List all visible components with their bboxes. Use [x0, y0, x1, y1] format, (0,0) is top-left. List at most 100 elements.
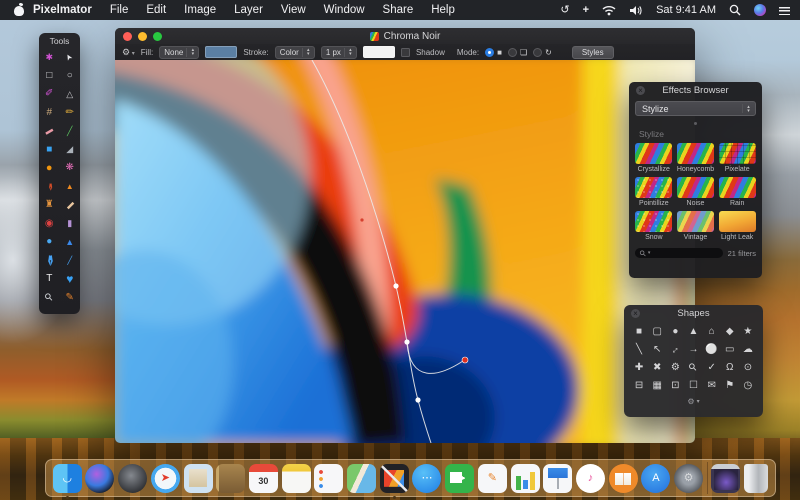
gradient-tool[interactable]: ● [39, 159, 60, 178]
time-machine-icon[interactable]: ↺ [560, 4, 569, 16]
filter-honeycomb[interactable]: Honeycomb [677, 143, 715, 173]
color-brush-tool[interactable]: ❋ [60, 159, 81, 178]
stroke-select[interactable]: Color [274, 45, 315, 59]
dock-contacts[interactable] [216, 463, 246, 493]
menu-file[interactable]: File [110, 4, 129, 16]
shapes-settings[interactable]: ⚙ ▾ [630, 397, 757, 406]
dock-calendar[interactable]: 30 [248, 463, 278, 493]
shape-arrow-double[interactable]: ↔ [666, 341, 684, 359]
apple-menu-icon[interactable] [14, 4, 25, 16]
effects-search-input[interactable]: ⚲ ▾ [635, 248, 723, 258]
dock-pixelmator[interactable] [379, 463, 409, 499]
dock-maps[interactable] [347, 463, 377, 493]
stamp-tool[interactable]: ♜ [39, 196, 60, 215]
volume-icon[interactable] [629, 5, 643, 16]
dock-finder[interactable]: ◡ [52, 463, 82, 499]
shape-gear[interactable]: ⚙ [666, 359, 684, 377]
dock-ibooks[interactable] [608, 463, 638, 493]
shape-rounded-rectangle[interactable]: ▢ [648, 323, 666, 341]
shape-speech-bubble-oval[interactable]: ⚪ [703, 341, 721, 359]
close-icon[interactable] [631, 309, 640, 318]
dock-pages[interactable]: ✎ [477, 463, 507, 493]
dock-keynote[interactable] [543, 463, 573, 493]
slice-tool[interactable]: ╱ [60, 122, 81, 141]
stroke-width-stepper[interactable]: 1 px [320, 45, 357, 59]
shape-checkmark[interactable]: ✓ [703, 359, 721, 377]
quick-select-tool[interactable]: ✱ [39, 48, 60, 67]
notification-center-icon[interactable] [779, 5, 790, 15]
shape-picture[interactable]: ▦ [648, 377, 666, 395]
close-icon[interactable] [636, 86, 645, 95]
shape-plus[interactable]: ✚ [630, 359, 648, 377]
dock-mail[interactable] [183, 463, 213, 493]
sponge-tool[interactable]: ▮ [60, 215, 81, 234]
filter-noise[interactable]: Noise [676, 177, 715, 207]
dock-launchpad[interactable] [118, 463, 148, 493]
dock-appstore[interactable]: A [641, 463, 671, 493]
shape-monitor[interactable]: ☐ [684, 377, 702, 395]
minimize-window-button[interactable] [138, 31, 147, 41]
shape-bookmark[interactable]: ⚑ [721, 377, 739, 395]
shape-cross[interactable]: ✖ [648, 359, 666, 377]
filter-crystallize[interactable]: Crystallize [635, 143, 673, 173]
menu-pixelmator[interactable]: Pixelmator [33, 4, 92, 16]
filter-light-leak[interactable]: Light Leak [718, 211, 756, 241]
type-tool[interactable]: T [39, 270, 60, 289]
eyedropper-tool[interactable]: ✎ [60, 289, 81, 308]
dock-sysprefs[interactable]: ⚙ [674, 463, 704, 493]
shape-magnifier[interactable]: ⚲ [684, 359, 702, 377]
freehand-pen-tool[interactable]: ╱ [60, 252, 81, 271]
filter-vintage[interactable]: Vintage [676, 211, 715, 241]
fill-select[interactable]: None [159, 45, 200, 59]
ellipse-marquee-tool[interactable]: ○ [60, 67, 81, 86]
filter-snow[interactable]: Snow [635, 211, 673, 241]
mode-option-fill[interactable]: ■ [485, 47, 502, 57]
pen-tool[interactable]: ✒ [39, 252, 60, 271]
heal-tool[interactable]: ▬ [60, 196, 81, 215]
filter-rain[interactable]: Rain [718, 177, 756, 207]
burn-tool[interactable]: ▲ [60, 178, 81, 197]
shape-rectangle[interactable]: ■ [630, 323, 648, 341]
polygon-lasso-tool[interactable]: △ [60, 85, 81, 104]
shape-triangle[interactable]: ▲ [684, 323, 702, 341]
filter-pixelate[interactable]: Pixelate [718, 143, 756, 173]
pencil-tool[interactable]: ✏ [60, 104, 81, 123]
shape-circle[interactable]: ● [666, 323, 684, 341]
shape-clock[interactable]: ◷ [739, 377, 757, 395]
move-icon[interactable]: + [583, 4, 589, 16]
spotlight-icon[interactable] [729, 4, 741, 16]
menu-layer[interactable]: Layer [234, 4, 263, 16]
dock-messages[interactable]: ⋯ [412, 463, 442, 493]
canvas-artboard[interactable] [115, 60, 695, 443]
gear-icon[interactable]: ⚙ [122, 47, 135, 58]
shape-envelope[interactable]: ✉ [703, 377, 721, 395]
menu-share[interactable]: Share [383, 4, 414, 16]
dock-itunes[interactable]: ♪ [575, 463, 605, 493]
shape-eye[interactable]: ⊙ [739, 359, 757, 377]
zoom-tool[interactable]: ⚲ [39, 289, 60, 308]
effects-category-select[interactable]: Stylize [635, 101, 756, 116]
eraser-tool[interactable]: ▬ [39, 122, 60, 141]
menu-window[interactable]: Window [324, 4, 365, 16]
bucket-tool[interactable]: ◢ [60, 141, 81, 160]
menu-bar-clock[interactable]: Sat 9:41 AM [656, 4, 716, 16]
lasso-tool[interactable]: ✐ [39, 85, 60, 104]
rect-marquee-tool[interactable]: □ [39, 67, 60, 86]
wifi-icon[interactable] [602, 5, 616, 16]
fill-color-swatch[interactable] [205, 46, 238, 58]
shape-camera[interactable]: ⊡ [666, 377, 684, 395]
shape-rect-tool[interactable]: ■ [39, 141, 60, 160]
window-titlebar[interactable]: Chroma Noir [115, 28, 695, 44]
shape-star[interactable]: ★ [739, 323, 757, 341]
menu-edit[interactable]: Edit [146, 4, 166, 16]
stroke-color-swatch[interactable] [362, 46, 395, 58]
close-window-button[interactable] [123, 31, 132, 41]
dock-trash[interactable] [744, 463, 769, 493]
shape-line[interactable]: ╲ [630, 341, 648, 359]
styles-button[interactable]: Styles [571, 45, 614, 59]
mode-option-rotate[interactable]: ↻ [533, 47, 552, 57]
brush-tool[interactable]: ✒ [39, 178, 60, 197]
shape-pentagon[interactable]: ⌂ [703, 323, 721, 341]
siri-icon[interactable] [754, 4, 766, 16]
dock-notes[interactable] [281, 463, 311, 493]
